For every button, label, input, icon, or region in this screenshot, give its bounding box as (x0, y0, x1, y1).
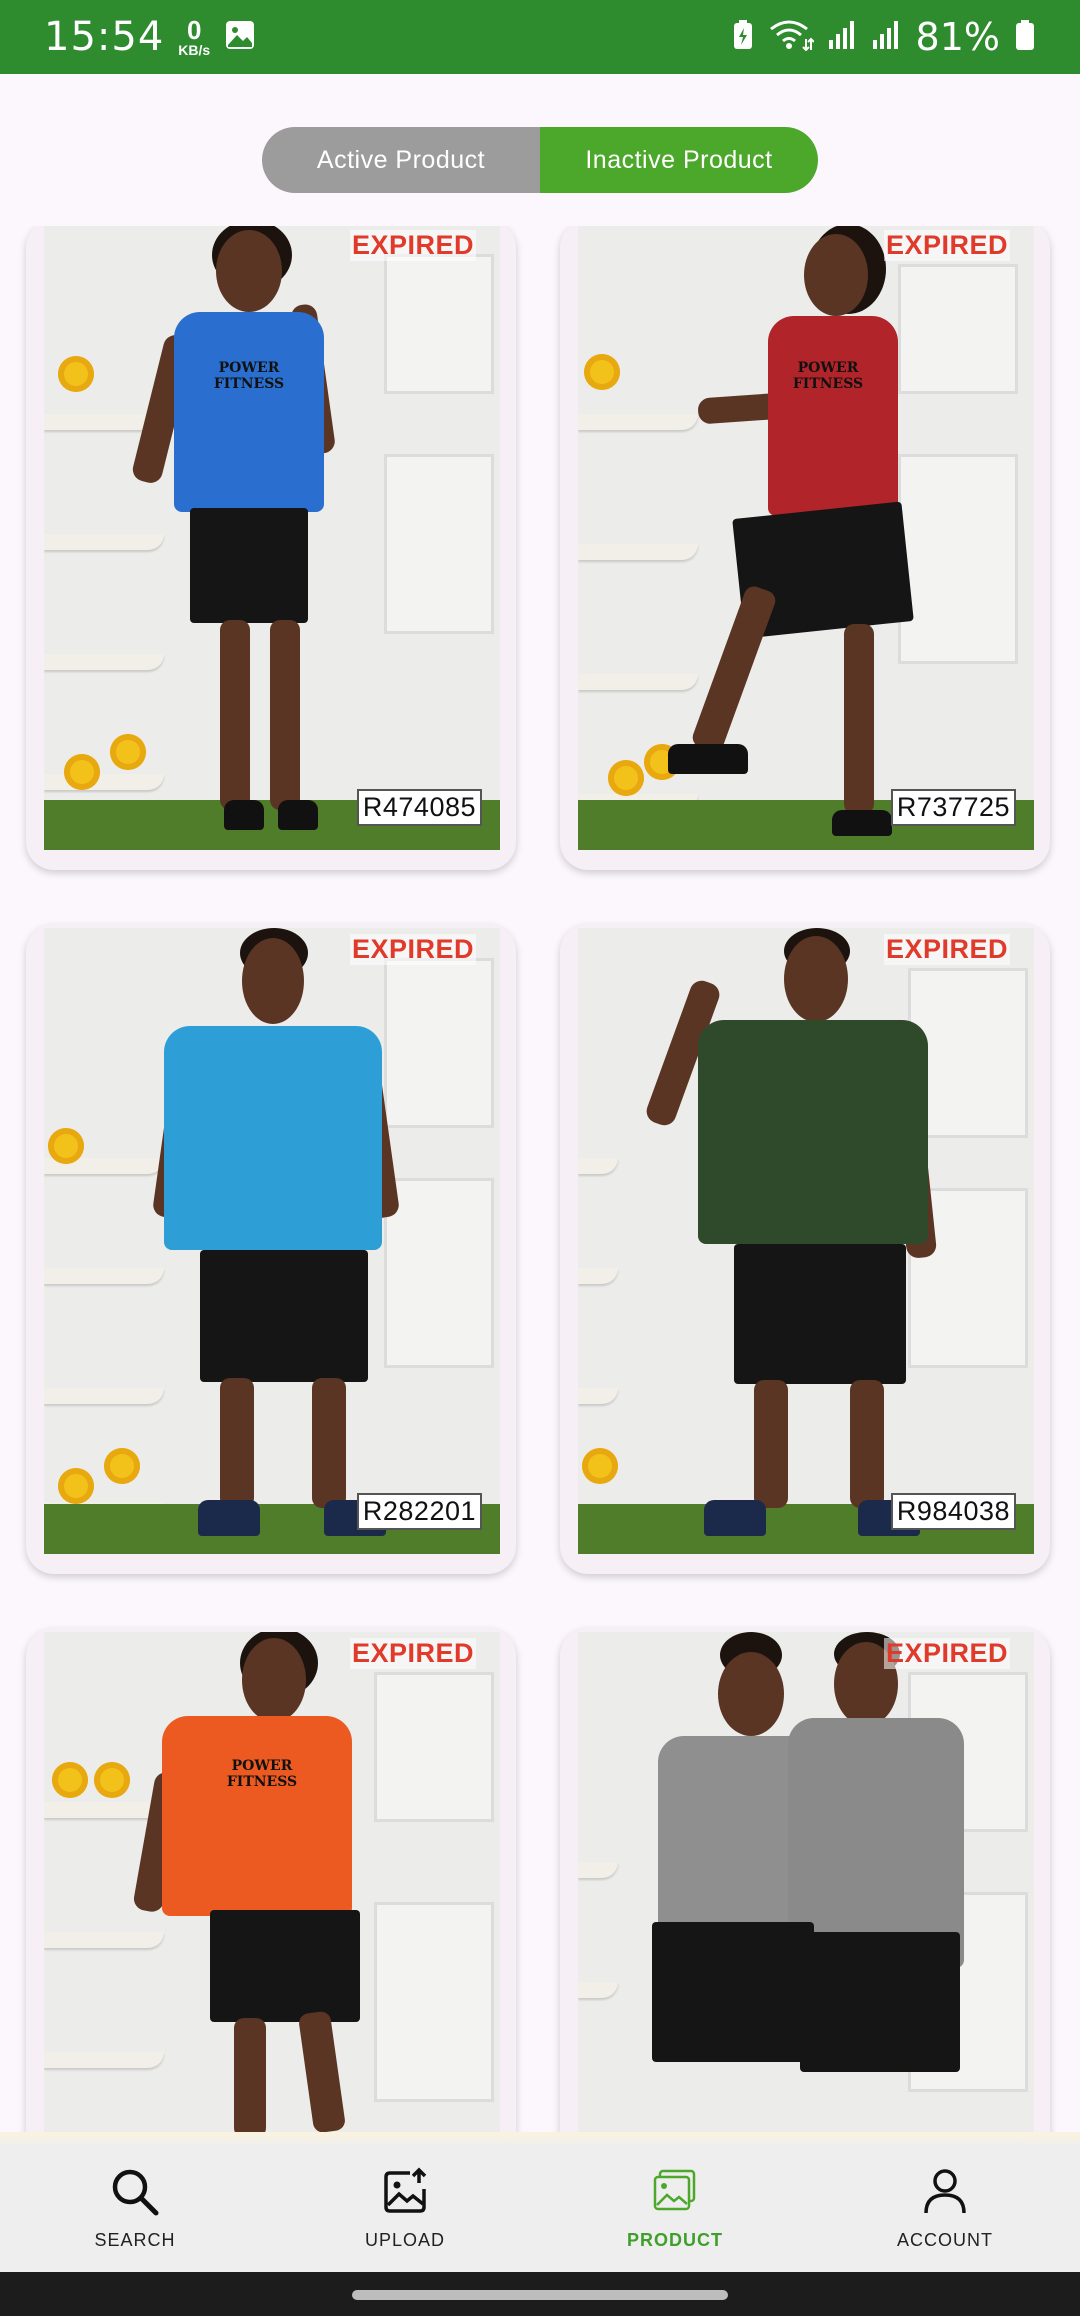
expired-label: EXPIRED (349, 1638, 476, 1669)
nav-product[interactable]: PRODUCT (540, 2146, 810, 2272)
battery-icon (1014, 19, 1036, 56)
product-image: EXPIRED R282201 (44, 928, 500, 1554)
account-icon (920, 2167, 970, 2222)
product-image: POWER FITNESS EXPIRED R737725 (578, 226, 1034, 850)
product-image: POWER FITNESS EXPIRED R474085 (44, 226, 500, 850)
upload-image-icon (380, 2167, 430, 2222)
wifi-icon (768, 19, 815, 56)
product-code: R282201 (356, 1493, 482, 1530)
tab-active-product[interactable]: Active Product (262, 127, 540, 193)
bottom-nav: SEARCH UPLOAD PRODUCT ACCOUNT (0, 2146, 1080, 2272)
product-image: EXPIRED R984038 (578, 928, 1034, 1554)
product-grid: POWER FITNESS EXPIRED R474085 POWER FITN… (0, 226, 1080, 2132)
tab-inactive-product[interactable]: Inactive Product (540, 127, 818, 193)
nav-account-label: ACCOUNT (897, 2230, 993, 2250)
product-code: R737725 (890, 789, 1016, 826)
nav-upload[interactable]: UPLOAD (270, 2146, 540, 2272)
product-card[interactable]: POWER FITNESS EXPIRED R737725 (560, 226, 1050, 870)
nav-product-label: PRODUCT (627, 2230, 723, 2250)
nav-upload-label: UPLOAD (364, 2230, 446, 2250)
search-icon (110, 2167, 160, 2222)
nav-search[interactable]: SEARCH (0, 2146, 270, 2272)
battery-percent: 81% (915, 15, 1000, 59)
expired-label: EXPIRED (883, 1638, 1010, 1669)
nav-account[interactable]: ACCOUNT (810, 2146, 1080, 2272)
product-image: POWER FITNESS EXPIRED (44, 1632, 500, 2132)
nav-search-label: SEARCH (94, 2230, 176, 2250)
product-card[interactable]: EXPIRED R984038 (560, 924, 1050, 1574)
home-indicator[interactable] (352, 2290, 728, 2300)
net-speed-value: 0 (187, 15, 202, 45)
expired-label: EXPIRED (883, 934, 1010, 965)
signal-icon (828, 20, 858, 55)
product-card[interactable]: POWER FITNESS EXPIRED R474085 (26, 226, 516, 870)
product-code: R474085 (356, 789, 482, 826)
expired-label: EXPIRED (883, 230, 1010, 261)
product-status-toggle: Active Product Inactive Product (262, 127, 818, 193)
image-icon (224, 19, 256, 56)
net-speed-unit: KB/s (178, 42, 211, 58)
product-card[interactable]: EXPIRED R282201 (26, 924, 516, 1574)
status-bar: 15:54 0 KB/s 81% (0, 0, 1080, 74)
expired-label: EXPIRED (349, 230, 476, 261)
product-code: R984038 (890, 1493, 1016, 1530)
net-speed: 0 KB/s (178, 17, 210, 57)
product-image: EXPIRED (578, 1632, 1034, 2132)
nav-shadow (0, 2132, 1080, 2146)
status-time: 15:54 (44, 14, 165, 60)
status-icons: 81% (732, 15, 1036, 59)
product-card[interactable]: EXPIRED (560, 1628, 1050, 2132)
signal-icon-2 (872, 20, 902, 55)
battery-saver-icon (732, 19, 754, 56)
product-gallery-icon (650, 2167, 700, 2222)
expired-label: EXPIRED (349, 934, 476, 965)
product-card[interactable]: POWER FITNESS EXPIRED (26, 1628, 516, 2132)
